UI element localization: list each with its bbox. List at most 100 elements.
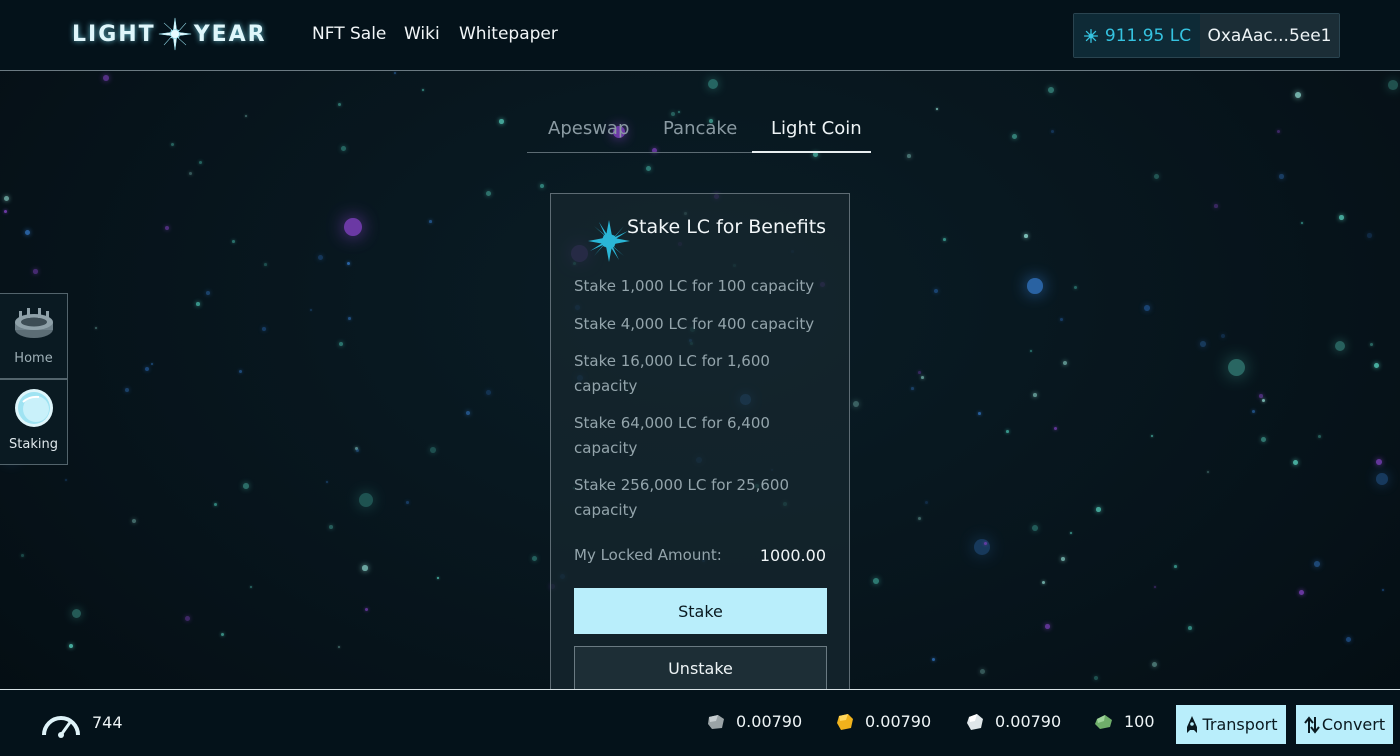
resource-value: 100 — [1124, 712, 1155, 731]
background-star — [326, 481, 329, 484]
top-bar: LIGHT YEAR NFT Sale Wiki Whitepaper 911.… — [0, 0, 1400, 71]
tab-pancake[interactable]: Pancake — [663, 118, 737, 139]
background-star — [1228, 359, 1246, 377]
wallet-address[interactable]: OxaAac...5ee1 — [1200, 14, 1339, 57]
tab-light-coin[interactable]: Light Coin — [771, 118, 862, 139]
background-star — [486, 191, 492, 197]
background-star — [918, 517, 921, 520]
background-star — [1314, 561, 1320, 567]
background-star — [221, 633, 225, 637]
resource-metal: 0.00790 — [706, 712, 802, 731]
background-star — [1027, 278, 1043, 294]
background-star — [196, 302, 200, 306]
nav-wiki[interactable]: Wiki — [404, 24, 440, 44]
background-star — [936, 108, 939, 111]
background-star — [499, 119, 504, 124]
background-star — [206, 291, 210, 295]
background-star — [1024, 234, 1028, 238]
background-star — [1152, 662, 1158, 668]
stake-tier: Stake 256,000 LC for 25,600 capacity — [574, 476, 790, 519]
background-star — [1346, 637, 1352, 643]
logo[interactable]: LIGHT YEAR — [72, 16, 267, 52]
resource-crystal: 0.00790 — [965, 712, 1061, 731]
background-star — [310, 309, 313, 312]
sidebar-item-home[interactable]: Home — [0, 293, 68, 379]
stake-tier: Stake 4,000 LC for 400 capacity — [574, 315, 815, 333]
background-star — [165, 226, 170, 231]
background-star — [25, 230, 30, 235]
background-star — [422, 89, 425, 92]
resource-green: 100 — [1094, 712, 1155, 731]
lc-star-icon — [1083, 28, 1098, 43]
background-star — [974, 539, 990, 555]
background-star — [344, 218, 362, 236]
background-star — [214, 503, 218, 507]
tab-apeswap[interactable]: Apeswap — [548, 118, 629, 139]
swap-arrows-icon — [1304, 715, 1320, 734]
transport-label: Transport — [1202, 715, 1278, 734]
background-star — [1070, 532, 1073, 535]
background-star — [1045, 624, 1050, 629]
background-star — [33, 269, 38, 274]
background-star — [262, 327, 266, 331]
stake-button[interactable]: Stake — [574, 588, 827, 634]
background-star — [338, 103, 342, 107]
background-star — [125, 388, 129, 392]
gold-ore-icon — [837, 713, 853, 730]
background-star — [1376, 473, 1388, 485]
background-star — [540, 184, 545, 189]
background-star — [245, 115, 248, 118]
locked-amount-label: My Locked Amount: — [574, 546, 722, 564]
planet-icon — [15, 389, 53, 427]
background-star — [907, 154, 911, 158]
background-star — [853, 401, 859, 407]
card-header: Stake LC for Benefits — [587, 216, 847, 266]
background-star — [4, 196, 10, 202]
background-star — [356, 449, 359, 452]
transport-button[interactable]: Transport — [1176, 705, 1286, 744]
background-star — [189, 172, 193, 176]
background-star — [365, 608, 368, 611]
background-star — [1051, 130, 1055, 134]
nav-whitepaper[interactable]: Whitepaper — [459, 24, 558, 44]
background-star — [1262, 399, 1266, 403]
speedometer-icon — [42, 716, 80, 738]
arena-icon — [15, 308, 53, 338]
background-star — [318, 255, 324, 261]
nav-nft-sale[interactable]: NFT Sale — [312, 24, 386, 44]
background-star — [199, 161, 203, 165]
background-star — [341, 146, 346, 151]
background-star — [1144, 305, 1150, 311]
background-star — [1042, 581, 1046, 585]
background-star — [1221, 334, 1225, 338]
background-star — [911, 387, 914, 390]
background-star — [1382, 589, 1384, 591]
background-star — [406, 501, 409, 504]
wallet-widget[interactable]: 911.95 LC OxaAac...5ee1 — [1073, 13, 1340, 58]
background-star — [1174, 565, 1177, 568]
background-star — [1032, 525, 1038, 531]
lc-balance-value: 911.95 LC — [1104, 25, 1192, 46]
resource-value: 0.00790 — [865, 712, 932, 731]
unstake-button[interactable]: Unstake — [574, 646, 827, 690]
background-star — [69, 644, 73, 648]
background-star — [185, 616, 191, 622]
lc-star-icon — [588, 220, 630, 262]
background-star — [1388, 80, 1398, 90]
sidebar-item-label: Staking — [9, 437, 58, 452]
background-star — [1339, 215, 1344, 220]
convert-button[interactable]: Convert — [1296, 705, 1393, 744]
background-star — [1012, 134, 1017, 139]
background-star — [1370, 343, 1374, 347]
background-star — [918, 371, 921, 374]
sidebar-item-staking[interactable]: Staking — [0, 379, 68, 465]
background-star — [486, 390, 491, 395]
background-star — [1033, 393, 1037, 397]
stake-tier: Stake 16,000 LC for 1,600 capacity — [574, 352, 770, 395]
stake-tier: Stake 64,000 LC for 6,400 capacity — [574, 414, 770, 457]
background-star — [1063, 361, 1068, 366]
background-star — [708, 79, 719, 90]
background-star — [1006, 430, 1009, 433]
lc-balance: 911.95 LC — [1074, 14, 1200, 57]
background-star — [943, 238, 946, 241]
